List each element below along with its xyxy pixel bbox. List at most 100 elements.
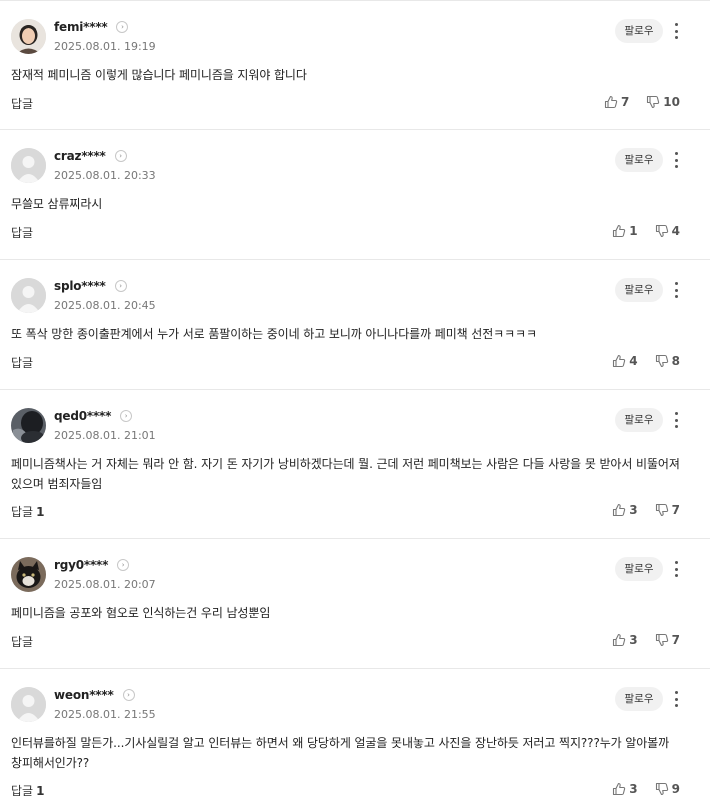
follow-button[interactable]: 팔로우 (615, 148, 663, 172)
comment-item: rgy0**** › 2025.08.01. 20:07 팔로우 페미니즘을 공… (0, 539, 710, 669)
reply-button[interactable]: 답글 (11, 354, 36, 371)
dislike-button[interactable]: 7 (655, 633, 680, 647)
chevron-right-icon[interactable]: › (114, 150, 127, 162)
dislike-count: 7 (671, 503, 680, 517)
chevron-right-icon[interactable]: › (114, 280, 127, 292)
more-options-icon[interactable] (670, 559, 682, 579)
reply-label: 답글 (11, 784, 34, 798)
like-button[interactable]: 4 (612, 354, 638, 368)
follow-button[interactable]: 팔로우 (615, 687, 663, 711)
thumbs-up-icon (613, 354, 626, 368)
comment-date: 2025.08.01. 21:55 (54, 708, 156, 721)
thumbs-down-icon (647, 95, 660, 109)
chevron-right-icon[interactable]: › (116, 21, 129, 33)
comment-date: 2025.08.01. 19:19 (54, 40, 156, 53)
vote-group: 1 4 (612, 224, 680, 238)
comment-item: weon**** › 2025.08.01. 21:55 팔로우 인터뷰를하질 … (0, 669, 710, 812)
like-count: 4 (629, 354, 638, 368)
avatar[interactable] (11, 148, 46, 183)
chevron-right-icon[interactable]: › (117, 559, 130, 571)
comment-text: 또 폭삭 망한 종이출판계에서 누가 서로 품팔이하는 중이네 하고 보니까 아… (11, 327, 537, 341)
vote-group: 3 9 (612, 782, 680, 796)
comment-text: 페미니즘책사는 거 자체는 뭐라 안 함. 자기 돈 자기가 낭비하겠다는데 뭘… (11, 457, 680, 491)
nickname[interactable]: weon**** (54, 688, 114, 702)
like-count: 3 (629, 503, 638, 517)
comment-item: qed0**** › 2025.08.01. 21:01 팔로우 페미니즘책사는… (0, 390, 710, 539)
dislike-count: 4 (671, 224, 680, 238)
follow-button[interactable]: 팔로우 (615, 19, 663, 43)
like-button[interactable]: 3 (612, 503, 638, 517)
follow-button[interactable]: 팔로우 (615, 408, 663, 432)
reply-button[interactable]: 답글 (11, 633, 36, 650)
reply-label: 답글 (11, 635, 34, 649)
thumbs-up-icon (613, 503, 626, 517)
comment-date: 2025.08.01. 21:01 (54, 429, 156, 442)
dislike-button[interactable]: 10 (646, 95, 680, 109)
nickname-row[interactable]: rgy0**** › (54, 556, 130, 574)
like-count: 7 (620, 95, 630, 109)
nickname[interactable]: splo**** (54, 279, 106, 293)
dislike-count: 8 (671, 354, 680, 368)
nickname[interactable]: rgy0**** (54, 558, 108, 572)
comment-item: splo**** › 2025.08.01. 20:45 팔로우 또 폭삭 망한… (0, 260, 710, 390)
nickname-row[interactable]: splo**** › (54, 277, 127, 295)
comment-date: 2025.08.01. 20:45 (54, 299, 156, 312)
dislike-count: 10 (663, 95, 680, 109)
like-button[interactable]: 7 (604, 95, 629, 109)
thumbs-down-icon (655, 633, 668, 647)
thumbs-up-icon (613, 224, 626, 238)
dislike-count: 7 (671, 633, 680, 647)
more-options-icon[interactable] (670, 689, 682, 709)
nickname-row[interactable]: craz**** › (54, 147, 127, 165)
more-options-icon[interactable] (670, 150, 682, 170)
more-options-icon[interactable] (670, 410, 682, 430)
thumbs-down-icon (655, 782, 668, 796)
comment-date: 2025.08.01. 20:07 (54, 578, 156, 591)
vote-group: 7 10 (604, 95, 680, 109)
like-button[interactable]: 3 (612, 633, 638, 647)
chevron-right-icon[interactable]: › (120, 410, 133, 422)
nickname[interactable]: qed0**** (54, 409, 111, 423)
dislike-button[interactable]: 8 (655, 354, 680, 368)
avatar[interactable] (11, 408, 46, 443)
avatar[interactable] (11, 19, 46, 54)
reply-label: 답글 (11, 356, 34, 370)
reply-label: 답글 (11, 505, 34, 519)
reply-count: 1 (36, 505, 45, 519)
nickname-row[interactable]: femi**** › (54, 18, 129, 36)
comment-text: 무쓸모 삼류찌라시 (11, 197, 103, 211)
chevron-right-icon[interactable]: › (122, 689, 135, 701)
reply-label: 답글 (11, 97, 34, 111)
reply-button[interactable]: 답글 1 (11, 782, 44, 799)
avatar[interactable] (11, 557, 46, 592)
reply-button[interactable]: 답글 (11, 95, 36, 112)
avatar[interactable] (11, 278, 46, 313)
vote-group: 3 7 (612, 503, 680, 517)
dislike-button[interactable]: 9 (655, 782, 680, 796)
avatar-photo-cat (11, 557, 46, 592)
reply-button[interactable]: 답글 (11, 224, 36, 241)
dislike-button[interactable]: 4 (655, 224, 680, 238)
thumbs-down-icon (655, 224, 668, 238)
dislike-button[interactable]: 7 (655, 503, 680, 517)
avatar-default-icon (11, 278, 46, 313)
nickname[interactable]: femi**** (54, 20, 108, 34)
vote-group: 4 8 (612, 354, 680, 368)
nickname[interactable]: craz**** (54, 149, 106, 163)
comment-date: 2025.08.01. 20:33 (54, 169, 156, 182)
nickname-row[interactable]: weon**** › (54, 686, 135, 704)
like-count: 3 (629, 782, 638, 796)
like-count: 1 (629, 224, 638, 238)
avatar[interactable] (11, 687, 46, 722)
reply-button[interactable]: 답글 1 (11, 503, 44, 520)
thumbs-up-icon (613, 782, 626, 796)
more-options-icon[interactable] (670, 280, 682, 300)
follow-button[interactable]: 팔로우 (615, 557, 663, 581)
like-button[interactable]: 1 (612, 224, 638, 238)
comment-item: craz**** › 2025.08.01. 20:33 팔로우 무쓸모 삼류찌… (0, 130, 710, 260)
follow-button[interactable]: 팔로우 (615, 278, 663, 302)
like-button[interactable]: 3 (612, 782, 638, 796)
avatar-default-icon (11, 687, 46, 722)
nickname-row[interactable]: qed0**** › (54, 407, 133, 425)
more-options-icon[interactable] (670, 21, 682, 41)
